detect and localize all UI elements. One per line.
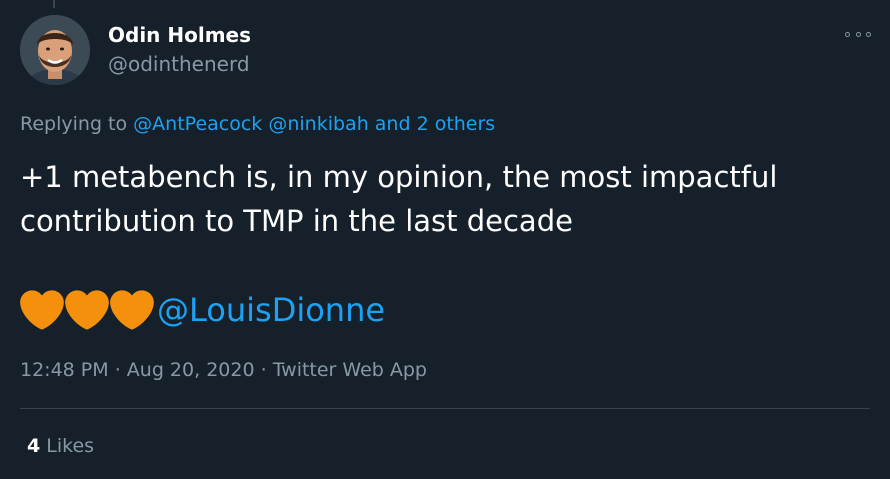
more-options-icon[interactable] bbox=[845, 29, 871, 39]
replying-to-label: Replying to bbox=[20, 113, 128, 135]
orange-heart-icon bbox=[65, 290, 109, 330]
meta-separator: · bbox=[114, 359, 121, 381]
dot-icon bbox=[866, 31, 871, 37]
likes-count: 4 bbox=[27, 435, 41, 457]
mention-louisdionne[interactable]: @LouisDionne bbox=[157, 291, 385, 329]
orange-heart-icon bbox=[110, 290, 154, 330]
author-name[interactable]: Odin Holmes bbox=[108, 23, 251, 47]
tweet-text-line: +1 metabench is, in my opinion, the most… bbox=[20, 160, 778, 194]
tweet-text: +1 metabench is, in my opinion, the most… bbox=[20, 155, 870, 243]
tweet-meta: 12:48 PM · Aug 20, 2020 · Twitter Web Ap… bbox=[20, 359, 427, 381]
author-handle[interactable]: @odinthenerd bbox=[108, 52, 250, 76]
tweet-date[interactable]: Aug 20, 2020 bbox=[127, 359, 255, 381]
tweet-source[interactable]: Twitter Web App bbox=[273, 359, 427, 381]
tweet-card: Odin Holmes @odinthenerd Replying to @An… bbox=[0, 0, 890, 479]
tweet-time[interactable]: 12:48 PM bbox=[20, 359, 109, 381]
tweet-text-line: contribution to TMP in the last decade bbox=[20, 204, 573, 238]
mention-others[interactable]: and 2 others bbox=[375, 113, 495, 135]
hearts-mention-line: @LouisDionne bbox=[20, 286, 385, 334]
dot-icon bbox=[855, 31, 861, 37]
divider bbox=[20, 408, 870, 409]
mention-ninkibah[interactable]: @ninkibah bbox=[268, 113, 368, 135]
likes-link[interactable]: 4 Likes bbox=[27, 435, 94, 457]
mention-antpeacock[interactable]: @AntPeacock bbox=[133, 113, 262, 135]
orange-heart-icon bbox=[20, 290, 64, 330]
replying-to-line: Replying to @AntPeacock @ninkibah and 2 … bbox=[20, 113, 495, 135]
thread-connector-line bbox=[53, 0, 55, 8]
meta-separator: · bbox=[260, 359, 267, 381]
dot-icon bbox=[845, 31, 850, 37]
avatar[interactable] bbox=[20, 15, 90, 85]
likes-label: Likes bbox=[46, 435, 95, 457]
